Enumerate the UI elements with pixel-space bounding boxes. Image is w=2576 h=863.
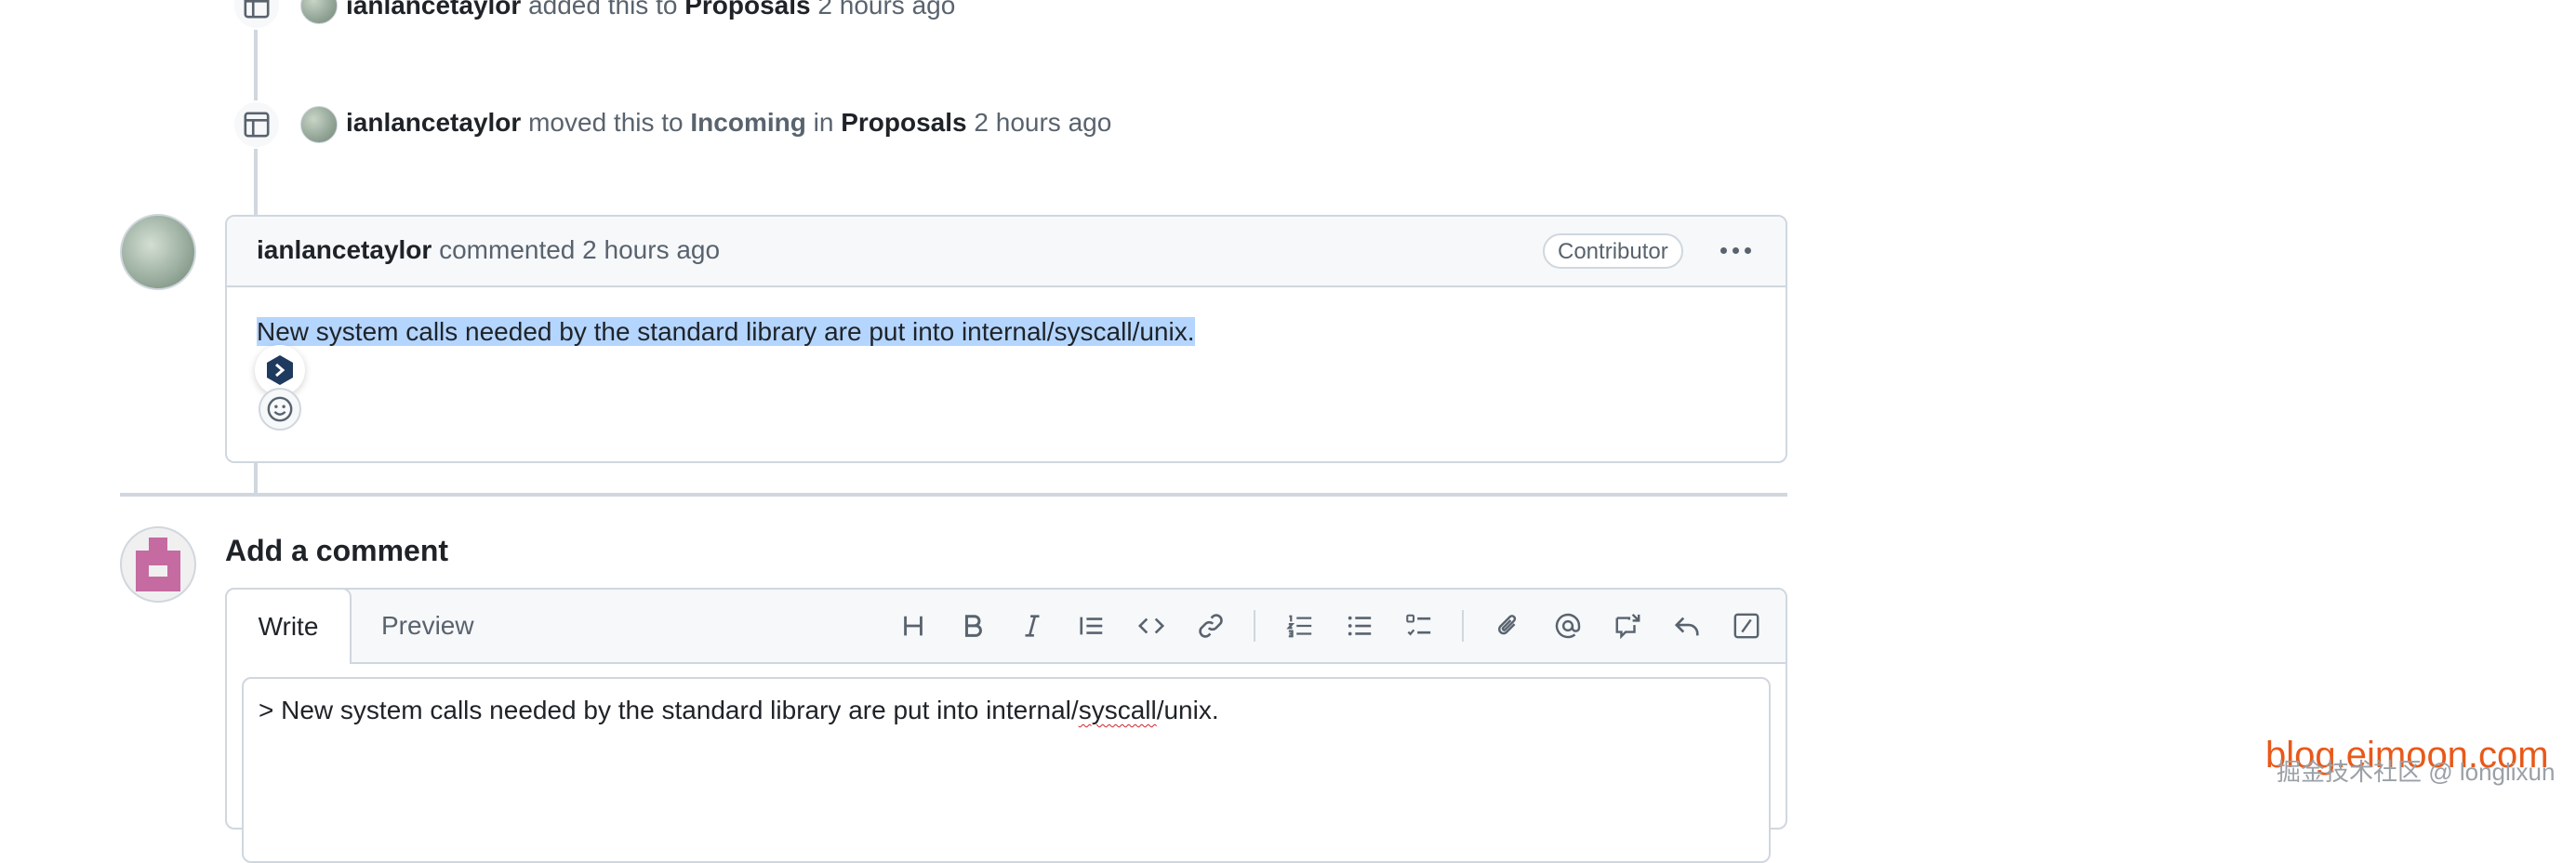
comment-body-text: New system calls needed by the standard … — [257, 317, 1195, 346]
comment-body: New system calls needed by the standard … — [257, 313, 1195, 351]
comment-author-link[interactable]: ianlancetaylor — [257, 235, 432, 264]
event-user-link[interactable]: ianlancetaylor — [346, 108, 521, 137]
add-comment-title: Add a comment — [225, 534, 449, 567]
timeline-event-added: ianlancetaylor added this to Proposals 2… — [346, 0, 955, 22]
comment-verb: commented — [439, 235, 576, 264]
task-list-icon[interactable] — [1401, 607, 1438, 644]
event-project-link[interactable]: Proposals — [841, 108, 966, 137]
toolbar-separator — [1462, 610, 1464, 642]
timeline-line-middle — [254, 462, 258, 496]
event-time[interactable]: 2 hours ago — [817, 0, 955, 20]
bold-icon[interactable] — [954, 607, 991, 644]
avatar[interactable] — [300, 0, 338, 24]
editor-toolbar: Write Preview — [225, 588, 1786, 664]
event-preposition: in — [813, 108, 834, 137]
comment-time[interactable]: 2 hours ago — [582, 235, 720, 264]
current-user-avatar[interactable] — [120, 526, 196, 603]
quote-icon[interactable] — [1073, 607, 1110, 644]
comment-meta: ianlancetaylor commented 2 hours ago — [257, 233, 720, 267]
project-event-icon — [232, 0, 281, 30]
ordered-list-icon[interactable] — [1281, 607, 1319, 644]
event-action: moved this to — [528, 108, 684, 137]
tab-preview[interactable]: Preview — [381, 590, 474, 662]
event-time[interactable]: 2 hours ago — [974, 108, 1111, 137]
reply-icon[interactable] — [1668, 607, 1706, 644]
timeline-event-moved: ianlancetaylor moved this to Incoming in… — [346, 106, 1111, 139]
attach-icon[interactable] — [1490, 607, 1527, 644]
extension-icon — [267, 355, 293, 385]
unordered-list-icon[interactable] — [1341, 607, 1378, 644]
table-icon — [244, 0, 270, 19]
table-icon — [244, 112, 270, 138]
event-project-link[interactable]: Proposals — [684, 0, 810, 20]
textarea-misspelled-word: syscall — [1078, 696, 1157, 724]
more-options-icon[interactable] — [1720, 247, 1751, 254]
heading-icon[interactable] — [895, 607, 932, 644]
tab-write[interactable]: Write — [225, 588, 352, 664]
textarea-text-end: /unix. — [1156, 696, 1219, 724]
slash-command-icon[interactable] — [1728, 607, 1765, 644]
section-divider — [120, 493, 1787, 497]
textarea-text: > New system calls needed by the standar… — [259, 696, 1079, 724]
mention-icon[interactable] — [1549, 607, 1587, 644]
project-event-icon — [232, 100, 281, 149]
link-icon[interactable] — [1192, 607, 1229, 644]
smiley-icon — [267, 396, 293, 422]
watermark-community: 掘金技术社区 @ longlixun — [2277, 758, 2556, 786]
comment-card: ianlancetaylor commented 2 hours ago Con… — [225, 215, 1787, 463]
code-icon[interactable] — [1133, 607, 1170, 644]
contributor-badge: Contributor — [1543, 233, 1683, 269]
event-action: added this to — [528, 0, 678, 20]
event-column-link[interactable]: Incoming — [690, 108, 805, 137]
event-user-link[interactable]: ianlancetaylor — [346, 0, 521, 20]
cross-reference-icon[interactable] — [1609, 607, 1646, 644]
toolbar-separator — [1254, 610, 1255, 642]
avatar[interactable] — [300, 106, 338, 143]
comment-textarea[interactable]: > New system calls needed by the standar… — [242, 677, 1771, 863]
comment-header: ianlancetaylor commented 2 hours ago Con… — [227, 217, 1786, 287]
italic-icon[interactable] — [1014, 607, 1051, 644]
comment-editor: Write Preview > New system calls needed … — [225, 588, 1787, 863]
identicon-icon — [136, 538, 180, 591]
add-reaction-button[interactable] — [259, 388, 301, 431]
comment-author-avatar[interactable] — [120, 214, 196, 290]
